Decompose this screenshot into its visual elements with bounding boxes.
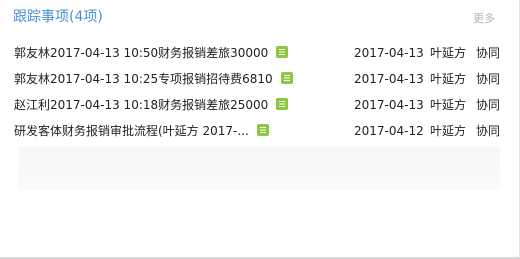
item-date: 2017-04-13 <box>354 72 424 86</box>
panel-title-count: (4项) <box>69 9 103 25</box>
panel-title: 跟踪事项(4项) <box>13 8 103 26</box>
tracking-items-panel: 跟踪事项(4项) 更多 郭友林2017-04-13 10:50财务报销差旅300… <box>0 0 520 259</box>
item-action-link[interactable]: 协同 <box>476 92 500 118</box>
list-item: 赵江利2017-04-13 10:18财务报销差旅25000 2017-04-1… <box>0 92 516 118</box>
tracking-list: 郭友林2017-04-13 10:50财务报销差旅30000 2017-04-1… <box>0 40 516 144</box>
item-subject-link[interactable]: 赵江利2017-04-13 10:18财务报销差旅25000 <box>14 92 289 118</box>
item-subject-text: 郭友林2017-04-13 10:50财务报销差旅30000 <box>14 46 269 60</box>
item-action-link[interactable]: 协同 <box>476 66 500 92</box>
item-subject-link[interactable]: 郭友林2017-04-13 10:50财务报销差旅30000 <box>14 40 289 66</box>
empty-list-area <box>18 147 500 190</box>
doc-list-icon[interactable] <box>276 98 289 110</box>
item-subject-link[interactable]: 研发客体财务报销审批流程(叶延方 2017-... <box>14 118 269 144</box>
list-item: 郭友林2017-04-13 10:50财务报销差旅30000 2017-04-1… <box>0 40 516 66</box>
panel-title-text: 跟踪事项 <box>13 9 69 25</box>
item-subject-text: 研发客体财务报销审批流程(叶延方 2017-... <box>14 124 249 138</box>
doc-list-icon[interactable] <box>280 72 293 84</box>
item-date: 2017-04-13 <box>354 46 424 60</box>
item-person: 叶延方 <box>430 72 467 86</box>
item-subject-text: 郭友林2017-04-13 10:25专项报销招待费6810 <box>14 72 273 86</box>
item-person: 叶延方 <box>430 124 467 138</box>
item-person: 叶延方 <box>430 98 467 112</box>
item-subject-link[interactable]: 郭友林2017-04-13 10:25专项报销招待费6810 <box>14 66 293 92</box>
doc-list-icon[interactable] <box>256 124 269 136</box>
item-action-link[interactable]: 协同 <box>476 118 500 144</box>
item-date: 2017-04-13 <box>354 98 424 112</box>
item-person: 叶延方 <box>430 46 467 60</box>
item-action-link[interactable]: 协同 <box>476 40 500 66</box>
item-date: 2017-04-12 <box>354 124 424 138</box>
item-subject-text: 赵江利2017-04-13 10:18财务报销差旅25000 <box>14 98 269 112</box>
list-item: 研发客体财务报销审批流程(叶延方 2017-... 2017-04-12 叶延方… <box>0 118 516 144</box>
list-item: 郭友林2017-04-13 10:25专项报销招待费6810 2017-04-1… <box>0 66 516 92</box>
panel-header: 跟踪事项(4项) 更多 <box>0 0 516 34</box>
more-link[interactable]: 更多 <box>473 12 495 26</box>
doc-list-icon[interactable] <box>276 46 289 58</box>
